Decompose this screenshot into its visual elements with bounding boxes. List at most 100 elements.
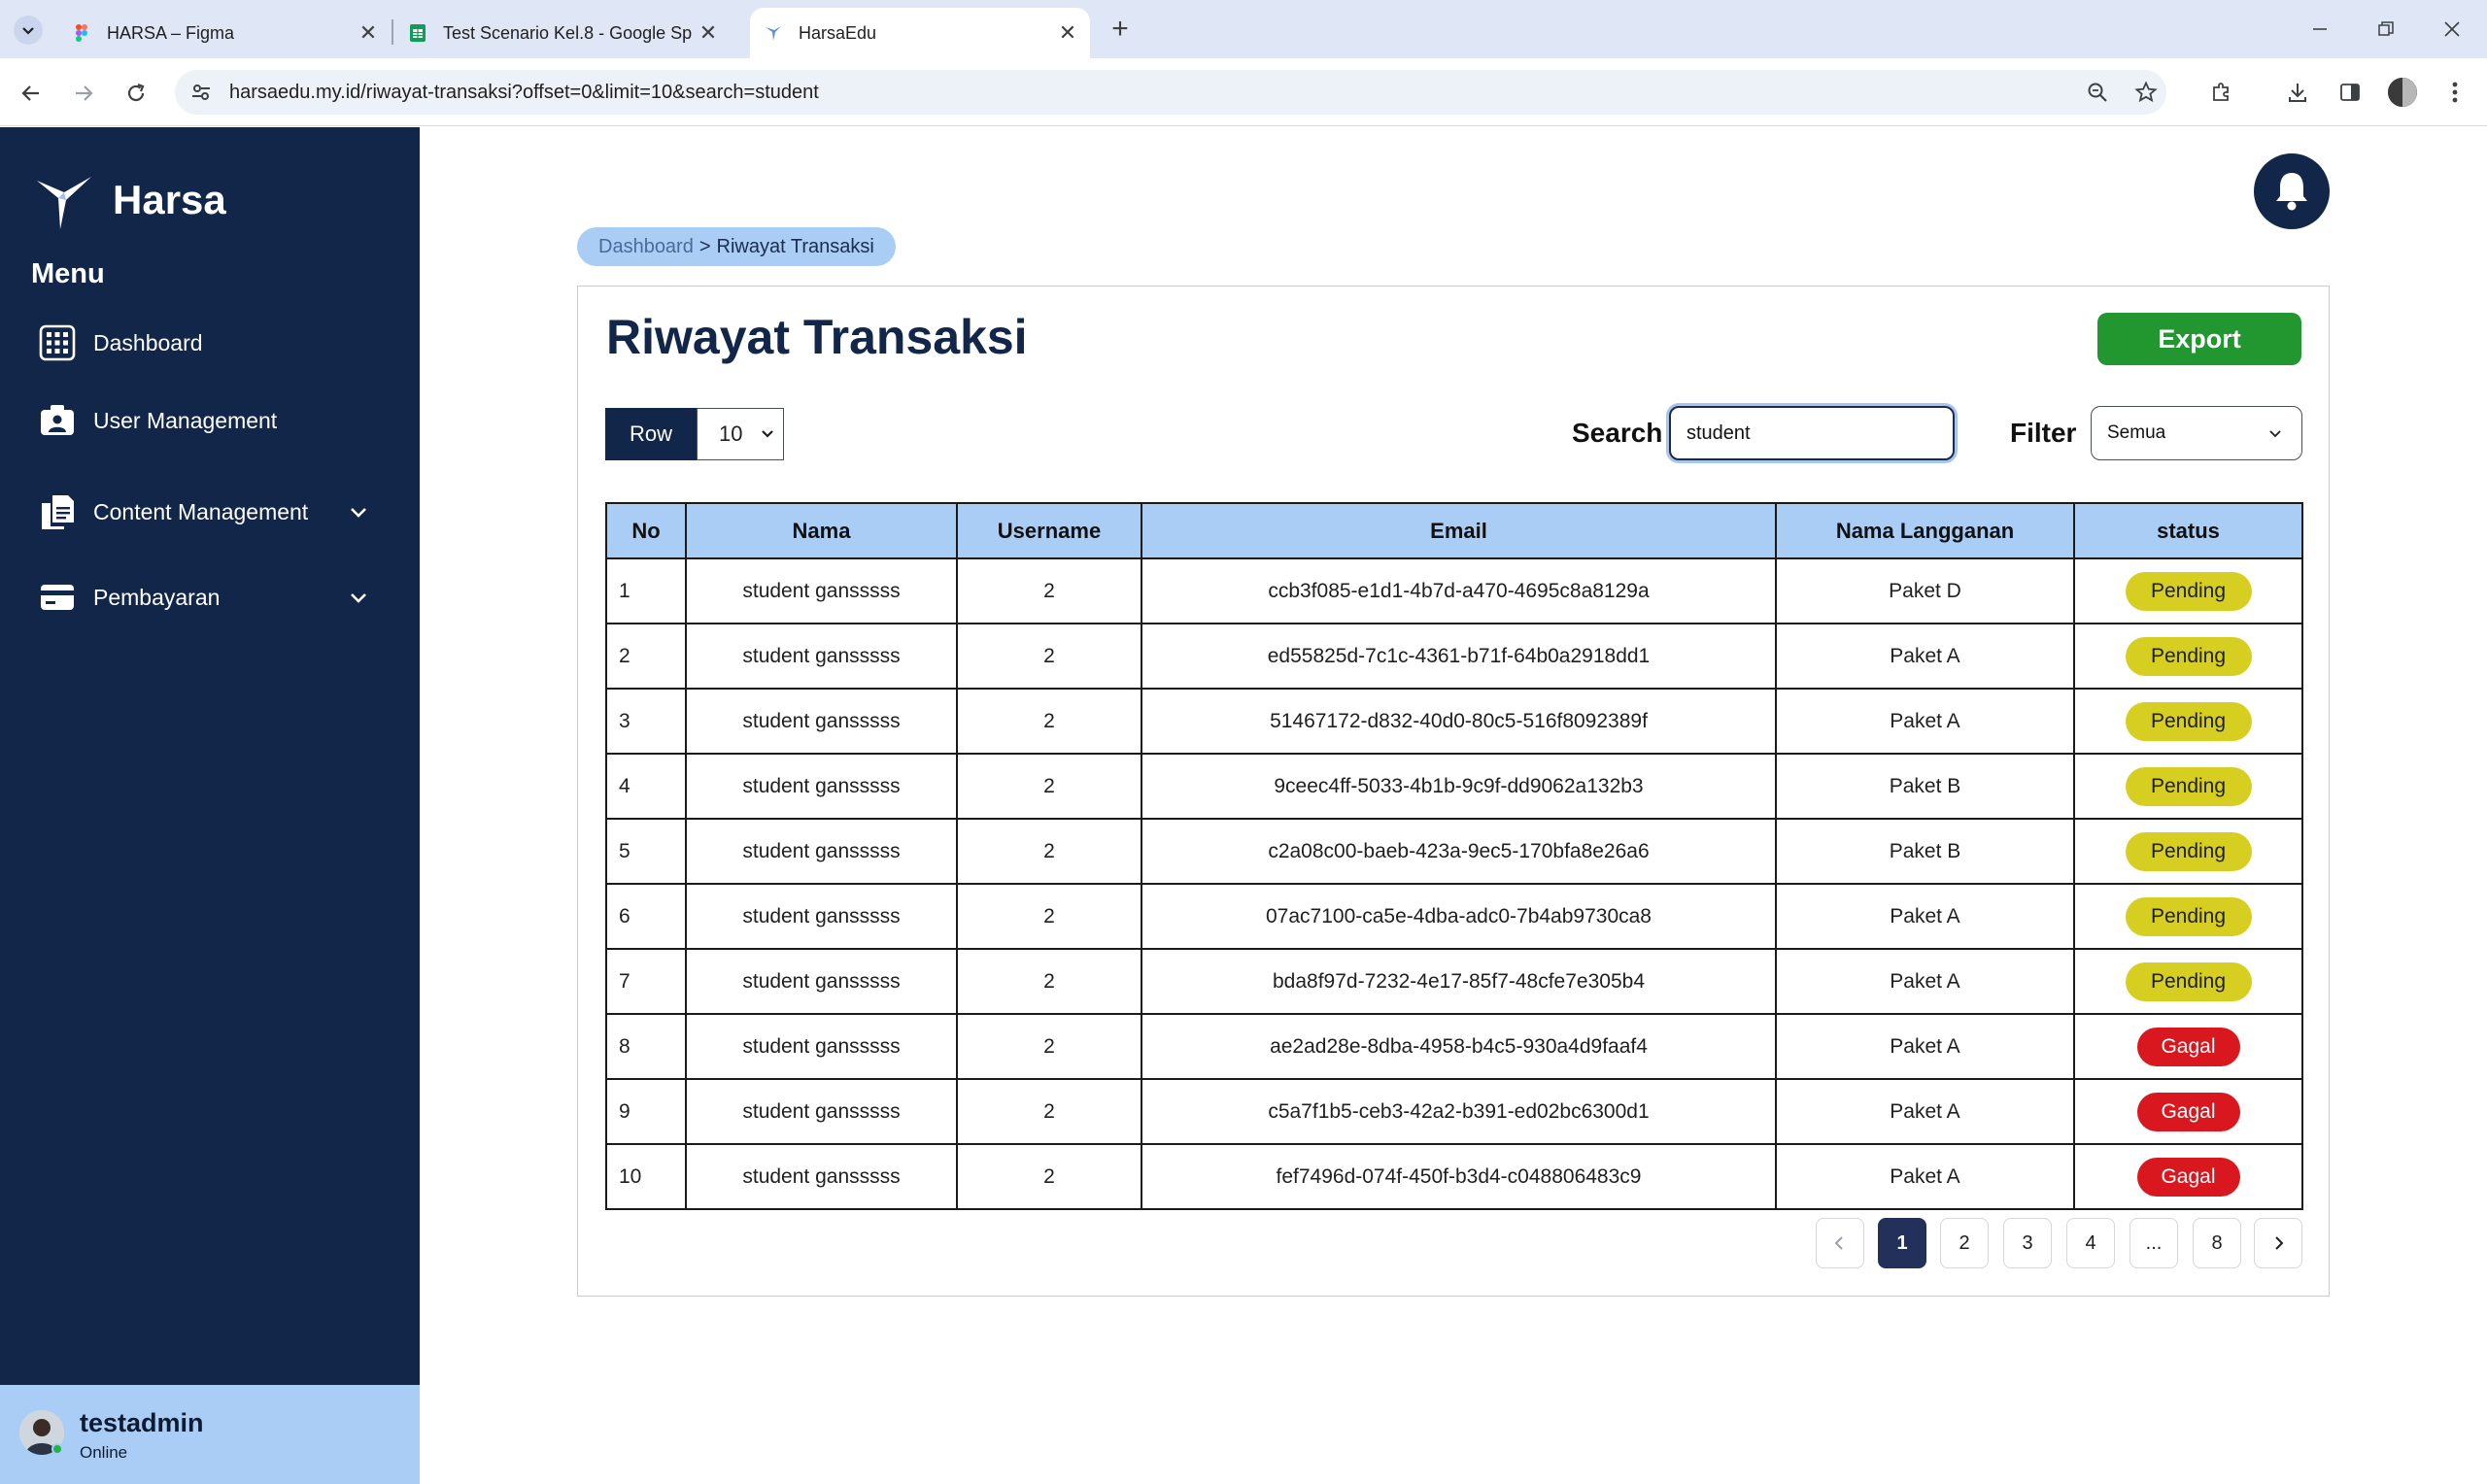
restore-button[interactable] xyxy=(2359,10,2413,49)
tab-search-button[interactable] xyxy=(14,16,43,45)
user-card-icon xyxy=(41,405,74,435)
breadcrumb-separator: > xyxy=(698,235,711,257)
arrow-right-icon xyxy=(76,85,93,101)
cell-status: Gagal xyxy=(2073,1078,2303,1145)
close-window-button[interactable] xyxy=(2425,10,2479,49)
row-label: Row xyxy=(605,408,697,460)
browser-tab-sheets[interactable]: Test Scenario Kel.8 - Google Sp ✕ xyxy=(394,8,731,58)
sidebar-item-user-management[interactable]: User Management xyxy=(39,402,389,439)
cell-username: 2 xyxy=(956,883,1142,950)
chevron-down-icon xyxy=(22,27,34,35)
cell-username: 2 xyxy=(956,1143,1142,1210)
cell-email: bda8f97d-7232-4e17-85f7-48cfe7e305b4 xyxy=(1141,948,1777,1015)
zoom-icon xyxy=(2088,83,2107,102)
chevron-down-icon[interactable] xyxy=(346,499,371,524)
pagination-prev-button[interactable] xyxy=(1816,1218,1864,1268)
column-header-email: Email xyxy=(1141,502,1777,559)
cell-nama: student gansssss xyxy=(685,818,958,885)
status-badge: Pending xyxy=(2125,571,2252,611)
cell-no: 8 xyxy=(605,1013,687,1080)
cell-nama: student gansssss xyxy=(685,1078,958,1145)
breadcrumb-link-dashboard[interactable]: Dashboard xyxy=(598,236,694,258)
puzzle-icon xyxy=(2213,83,2229,101)
bell-icon xyxy=(2276,173,2307,211)
zoom-button[interactable] xyxy=(2083,78,2112,107)
status-badge: Pending xyxy=(2125,636,2252,676)
minimize-button[interactable] xyxy=(2293,10,2347,49)
table-row: 9 student gansssss 2 c5a7f1b5-ceb3-42a2-b39… xyxy=(605,1078,2303,1145)
download-icon xyxy=(2289,84,2306,102)
payment-card-icon xyxy=(41,585,74,610)
column-header-nama: Nama xyxy=(685,502,958,559)
bookmark-button[interactable] xyxy=(2131,78,2161,107)
close-icon[interactable]: ✕ xyxy=(694,18,723,48)
notification-button[interactable] xyxy=(2254,153,2330,229)
cell-status: Pending xyxy=(2073,948,2303,1015)
table-row: 10 student gansssss 2 fef7496d-074f-450f-b3… xyxy=(605,1143,2303,1210)
cell-nama-langganan: Paket A xyxy=(1775,1013,2075,1080)
cell-status: Gagal xyxy=(2073,1013,2303,1080)
browser-menu-button[interactable] xyxy=(2440,76,2470,109)
menu-heading: Menu xyxy=(31,258,105,289)
cell-no: 9 xyxy=(605,1078,687,1145)
page-title: Riwayat Transaksi xyxy=(606,310,1028,364)
status-badge: Pending xyxy=(2125,831,2252,871)
tab-title: Test Scenario Kel.8 - Google Sp xyxy=(443,22,693,43)
status-badge: Pending xyxy=(2125,961,2252,1001)
profile-button[interactable] xyxy=(2388,78,2417,107)
pagination-page-2[interactable]: 2 xyxy=(1940,1218,1989,1268)
pagination-next-button[interactable] xyxy=(2254,1218,2302,1268)
cell-nama: student gansssss xyxy=(685,1143,958,1210)
back-button[interactable] xyxy=(10,72,52,115)
table-row: 3 student gansssss 2 51467172-d832-40d0-80c… xyxy=(605,688,2303,755)
cell-nama: student gansssss xyxy=(685,753,958,820)
new-tab-button[interactable]: + xyxy=(1106,12,1135,47)
side-panel-button[interactable] xyxy=(2334,76,2367,109)
sidebar-item-pembayaran[interactable]: Pembayaran xyxy=(39,579,389,616)
sidebar-item-label: Pembayaran xyxy=(93,585,221,610)
cell-no: 6 xyxy=(605,883,687,950)
cell-nama-langganan: Paket A xyxy=(1775,623,2075,690)
search-input[interactable] xyxy=(1669,406,1955,460)
documents-icon xyxy=(42,495,74,529)
pagination-page-3[interactable]: 3 xyxy=(2003,1218,2052,1268)
cell-email: ed55825d-7c1c-4361-b71f-64b0a2918dd1 xyxy=(1141,623,1777,690)
close-icon xyxy=(2444,21,2460,37)
reload-button[interactable] xyxy=(115,72,157,115)
close-icon[interactable]: ✕ xyxy=(354,18,383,48)
browser-tab-figma[interactable]: HARSA – Figma ✕ xyxy=(58,8,391,58)
cell-nama-langganan: Paket A xyxy=(1775,1143,2075,1210)
cell-nama-langganan: Paket A xyxy=(1775,948,2075,1015)
chevron-down-icon xyxy=(2269,430,2281,438)
sidebar-item-content-management[interactable]: Content Management xyxy=(39,480,389,544)
cell-no: 3 xyxy=(605,688,687,755)
table-row: 1 student gansssss 2 ccb3f085-e1d1-4b7d-a47… xyxy=(605,557,2303,624)
pagination-page-1[interactable]: 1 xyxy=(1878,1218,1926,1268)
side-panel-icon xyxy=(2340,84,2360,101)
browser-tab-harsaedu[interactable]: HarsaEdu ✕ xyxy=(750,8,1090,58)
profile-avatar-icon xyxy=(2388,78,2417,107)
tune-icon xyxy=(192,84,210,100)
cell-no: 5 xyxy=(605,818,687,885)
restore-icon xyxy=(2378,21,2394,36)
forward-button[interactable] xyxy=(62,72,105,115)
url-text[interactable]: harsaedu.my.id/riwayat-transaksi?offset=… xyxy=(229,82,819,104)
export-button[interactable]: Export xyxy=(2097,313,2301,365)
cell-username: 2 xyxy=(956,623,1142,690)
cell-status: Pending xyxy=(2073,883,2303,950)
close-icon[interactable]: ✕ xyxy=(1053,18,1082,48)
sidebar-item-dashboard[interactable]: Dashboard xyxy=(39,324,389,361)
chevron-right-icon xyxy=(2275,1236,2284,1250)
table-body: 1 student gansssss 2 ccb3f085-e1d1-4b7d-a47… xyxy=(605,557,2303,1210)
chevron-down-icon[interactable] xyxy=(346,585,371,610)
minimize-icon xyxy=(2313,28,2327,30)
extensions-button[interactable] xyxy=(2205,76,2238,109)
search-label: Search xyxy=(1572,418,1663,448)
pagination-page-8[interactable]: 8 xyxy=(2193,1218,2241,1268)
cell-nama: student gansssss xyxy=(685,883,958,950)
cell-nama-langganan: Paket B xyxy=(1775,818,2075,885)
downloads-button[interactable] xyxy=(2281,76,2314,109)
status-badge: Pending xyxy=(2125,766,2252,806)
pagination-page-4[interactable]: 4 xyxy=(2066,1218,2115,1268)
site-info-button[interactable] xyxy=(187,78,216,107)
